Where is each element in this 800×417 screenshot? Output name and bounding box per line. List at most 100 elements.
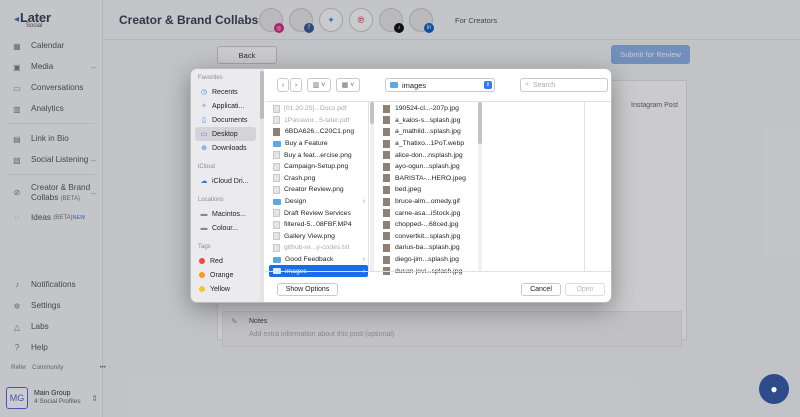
file-name: alice-don...nsplash.jpg [395, 151, 463, 159]
file-row[interactable]: [01.20.25]...Docs.pdf [265, 103, 368, 115]
sidebar-tag-yellow[interactable]: Yellow [191, 282, 260, 296]
file-icon [273, 104, 280, 113]
file-name: 6BDA626...C20C1.png [285, 128, 355, 136]
file-name: bruce-alm...omedy.gif [395, 198, 460, 206]
folder-icon [273, 256, 281, 263]
column1-scrollbar[interactable] [370, 102, 374, 272]
item-label: Downloads [212, 144, 247, 152]
sidebar-item-icloud-drive[interactable]: ☁ iCloud Dri... [191, 174, 260, 188]
file-row[interactable]: Campaign-Setup.png [265, 161, 368, 173]
file-name: filtered-5...08FBF.MP4 [284, 221, 352, 229]
sidebar-item-colour[interactable]: ▬ Colour... [191, 221, 260, 235]
view-mode-button[interactable]: ▥ ˅ [307, 78, 331, 92]
folder-icon [273, 198, 281, 205]
chat-bubble-icon: ● [770, 382, 778, 396]
column-empty-2 [587, 102, 611, 272]
file-icon [273, 232, 280, 241]
column-images: 190524-cl...-207p.jpg a_kalos-s...splash.… [375, 102, 479, 276]
file-name: bed.jpeg [395, 186, 422, 194]
image-file-row[interactable]: darius-ba...splash.jpg [375, 242, 478, 254]
image-file-row[interactable]: ayo-ogun...splash.jpg [375, 161, 478, 173]
search-field[interactable]: ⌕ Search [520, 78, 608, 92]
file-row[interactable]: Buy a feat...ercise.png [265, 149, 368, 161]
folder-row[interactable]: Design › [265, 196, 368, 208]
cancel-button[interactable]: Cancel [521, 283, 561, 296]
chevron-right-icon: › [294, 81, 298, 89]
file-row[interactable]: filtered-5...08FBF.MP4 [265, 219, 368, 231]
item-label: Red [210, 257, 223, 265]
sidebar-scrollbar[interactable] [260, 69, 264, 302]
image-thumbnail-icon [383, 104, 390, 113]
clock-icon: ◷ [200, 89, 208, 96]
location-select[interactable]: images ⇕ [385, 78, 495, 92]
sidebar-tag-red[interactable]: Red [191, 254, 260, 268]
file-name: Campaign-Setup.png [284, 163, 349, 171]
sidebar-item-macintosh[interactable]: ▬ Macintos... [191, 207, 260, 221]
file-row[interactable]: Crash.png [265, 173, 368, 185]
image-thumbnail-icon [383, 243, 390, 252]
sidebar-tag-orange[interactable]: Orange [191, 268, 260, 282]
image-file-row[interactable]: 190524-cl...-207p.jpg [375, 103, 478, 115]
group-view-button[interactable]: ▦ ˅ [336, 78, 360, 92]
item-label: Recents [212, 88, 238, 96]
sidebar-item-recents[interactable]: ◷ Recents [191, 85, 260, 99]
folder-row[interactable]: Buy a Feature [265, 138, 368, 150]
file-row[interactable]: 6BDA626...C20C1.png [265, 126, 368, 138]
forward-nav-button[interactable]: › [290, 78, 302, 92]
item-label: Colour... [212, 224, 239, 232]
image-file-row[interactable]: convertkit...splash.jpg [375, 231, 478, 243]
tag-dot-icon [199, 258, 205, 264]
image-file-row[interactable]: a_kalos-s...splash.jpg [375, 115, 478, 127]
folder-row[interactable]: Good Feedback › [265, 254, 368, 266]
columns-view-icon: ▥ ˅ [312, 82, 326, 89]
file-row[interactable]: github-re...y-codes.txt [265, 242, 368, 254]
image-file-row[interactable]: carne-asa...iStock.jpg [375, 207, 478, 219]
file-row[interactable]: Creator Review.png [265, 184, 368, 196]
file-name: convertkit...splash.jpg [395, 232, 461, 240]
file-name: Buy a feat...ercise.png [284, 151, 352, 159]
chat-support-button[interactable]: ● [759, 374, 789, 404]
file-row[interactable]: Gallery View.png [265, 231, 368, 243]
sidebar-item-documents[interactable]: ▯ Documents [191, 113, 260, 127]
chevron-updown-icon: ⇕ [484, 81, 492, 89]
show-options-button[interactable]: Show Options [277, 283, 338, 296]
image-file-row[interactable]: alice-don...nsplash.jpg [375, 149, 478, 161]
location-label: images [402, 80, 427, 90]
image-thumbnail-icon [383, 162, 390, 171]
sidebar-item-downloads[interactable]: ⊕ Downloads [191, 141, 260, 155]
chevron-right-icon: › [362, 256, 365, 264]
column-images-list: 190524-cl...-207p.jpg a_kalos-s...splash.… [375, 102, 478, 277]
desktop-icon: ▭ [200, 131, 208, 138]
file-open-dialog: Favorites ◷ Recents ✧ Applicati... ▯ Docume… [190, 68, 612, 303]
file-row[interactable]: Draft Review Services [265, 207, 368, 219]
file-name: Draft Review Services [284, 209, 351, 217]
file-browser-columns: [01.20.25]...Docs.pdf 1Passwor...5-later.… [265, 101, 611, 277]
image-file-row[interactable]: a_Thatixo...1PoT.webp [375, 138, 478, 150]
file-name: ayo-ogun...splash.jpg [395, 163, 460, 171]
image-thumbnail-icon [383, 255, 390, 264]
file-name: Gallery View.png [284, 232, 335, 240]
image-file-row[interactable]: BARISTA-...HERO.jpeg [375, 173, 478, 185]
file-icon [273, 162, 280, 171]
file-name: a_mathild...splash.jpg [395, 128, 461, 136]
sidebar-item-applications[interactable]: ✧ Applicati... [191, 99, 260, 113]
image-file-row[interactable]: a_mathild...splash.jpg [375, 126, 478, 138]
tag-dot-icon [199, 272, 205, 278]
tag-dot-icon [199, 286, 205, 292]
image-file-row[interactable]: bruce-alm...omedy.gif [375, 196, 478, 208]
open-button[interactable]: Open [565, 283, 605, 296]
back-nav-button[interactable]: ‹ [277, 78, 289, 92]
image-thumbnail-icon [383, 209, 390, 218]
sidebar-item-desktop[interactable]: ▭ Desktop [195, 127, 256, 141]
item-label: Macintos... [212, 210, 246, 218]
scroll-thumb[interactable] [260, 71, 264, 119]
image-file-row[interactable]: bed.jpeg [375, 184, 478, 196]
file-row[interactable]: 1Passwor...5-later.pdf [265, 115, 368, 127]
search-icon: ⌕ [525, 81, 529, 88]
scroll-thumb[interactable] [370, 102, 374, 124]
image-file-row[interactable]: chopped-...68ced.jpg [375, 219, 478, 231]
file-icon [273, 127, 280, 136]
file-name: Crash.png [284, 174, 316, 182]
image-file-row[interactable]: diego-jim...splash.jpg [375, 254, 478, 266]
file-name: 190524-cl...-207p.jpg [395, 105, 459, 113]
